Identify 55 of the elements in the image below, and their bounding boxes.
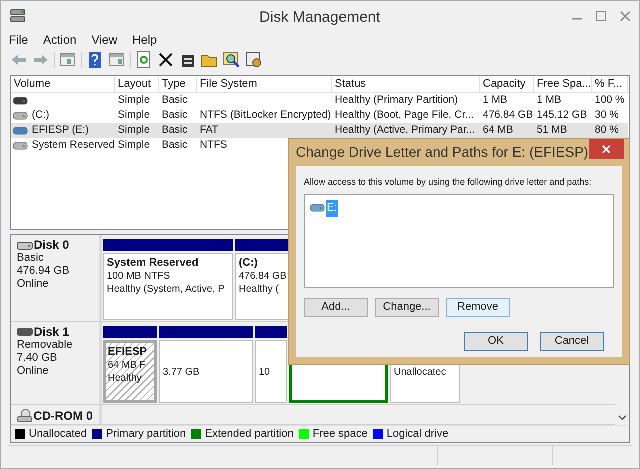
legend-label: Primary partition (106, 426, 186, 442)
table-cell: 100 % (594, 93, 626, 108)
partition-info: 100 MB NTFS (107, 270, 172, 283)
table-cell: FAT (199, 123, 220, 138)
table-cell: 1 MB (482, 93, 509, 108)
dialog-prompt: Allow access to this volume by using the following drive letter and paths: (304, 176, 592, 188)
disk-name: Disk 0 (34, 239, 70, 252)
disk-info: 476.94 GB (17, 265, 71, 278)
partition-info: Healthy (108, 372, 143, 385)
disk-info: 7.40 GB (17, 352, 58, 365)
partition-info: Healthy ( (239, 283, 280, 296)
partition-info: Unallocatec (394, 366, 448, 380)
table-cell: 1 MB (536, 93, 563, 108)
partition-info: 476.84 GB (239, 270, 288, 283)
partition-title: EFIESP (108, 346, 148, 359)
dialog-title: Change Drive Letter and Paths for E: (EFIESP) (296, 143, 589, 162)
table-cell: 80 % (594, 123, 620, 138)
disk-info: Basic (17, 252, 45, 265)
table-cell: Simple (117, 93, 152, 108)
partition-info: Healthy (System, Active, P (107, 283, 226, 296)
disk-info: Removable (17, 338, 74, 352)
disk-name: Disk 1 (34, 326, 70, 339)
table-cell: Basic (161, 93, 189, 108)
window-title: Disk Management (258, 8, 382, 28)
legend-label: Extended partition (205, 426, 294, 442)
table-cell: Simple (117, 123, 152, 138)
table-cell: NTFS (199, 138, 228, 153)
table-cell: NTFS (BitLocker Encrypted) (199, 108, 332, 123)
legend-label: Logical drive (386, 426, 449, 442)
table-cell: Basic (161, 108, 189, 123)
table-cell: Simple (117, 138, 152, 153)
table-cell: 64 MB (482, 123, 514, 138)
table-cell: Basic (161, 138, 189, 153)
table-cell: Basic (161, 123, 189, 138)
table-cell: (C:) (31, 108, 50, 123)
table-cell: Healthy (Boot, Page File, Cr... (334, 108, 475, 123)
table-cell: 30 % (594, 108, 620, 123)
table-cell: 145.12 GB (536, 108, 588, 123)
legend-label: Free space (312, 426, 368, 442)
partition-info: 64 MB F (108, 358, 147, 372)
partition-title: System Reserved (107, 257, 200, 270)
table-cell: 476.84 GB (482, 108, 534, 123)
table-cell: System Reserved (31, 138, 116, 153)
table-cell: Healthy (Active, Primary Par... (334, 123, 476, 138)
partition-info: 3.77 GB (163, 366, 201, 380)
disk-info: Online (17, 364, 50, 378)
legend-label: Unallocated (29, 426, 88, 442)
table-cell: 51 MB (536, 123, 568, 138)
disk-info: Online (17, 278, 50, 291)
table-cell: Simple (117, 108, 152, 123)
table-cell: Healthy (Primary Partition) (334, 93, 460, 108)
table-cell: EFIESP (E:) (31, 123, 90, 138)
partition-info: 10 (259, 366, 272, 380)
partition-title: (C:) (239, 257, 259, 270)
disk-name: CD-ROM 0 (34, 410, 93, 423)
